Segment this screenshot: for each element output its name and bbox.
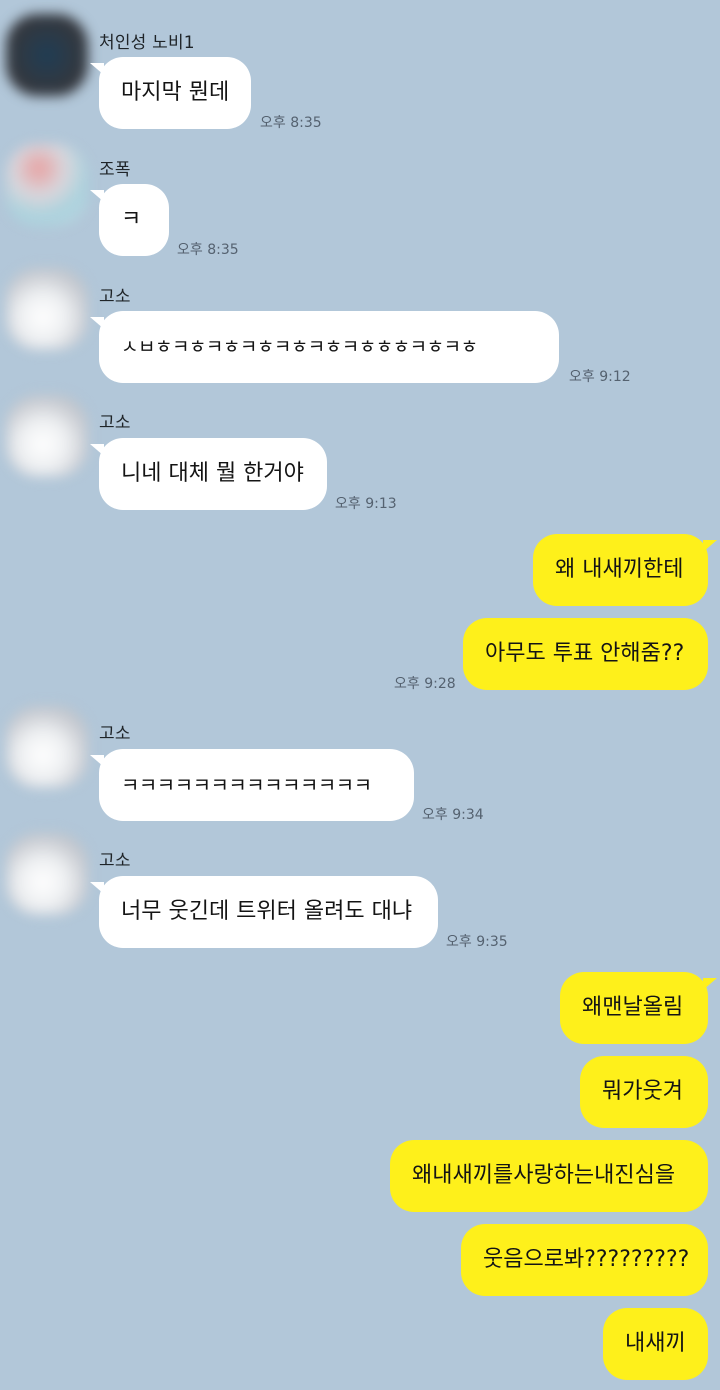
- sender-name: 고소: [99, 287, 131, 307]
- sender-name: 조폭: [99, 160, 131, 180]
- message-timestamp: 오후 9:13: [335, 496, 397, 512]
- message-bubble-outgoing[interactable]: 왜 내새끼한테: [533, 534, 717, 606]
- message-bubble-outgoing[interactable]: 웃음으로봐?????????: [461, 1224, 708, 1296]
- avatar[interactable]: [6, 833, 88, 915]
- avatar[interactable]: [6, 706, 88, 788]
- message-bubble-outgoing[interactable]: 왜내새끼를사랑하는내진심을: [390, 1140, 708, 1212]
- message-timestamp: 오후 9:28: [394, 676, 456, 692]
- avatar[interactable]: [6, 395, 88, 477]
- message-bubble-incoming[interactable]: ㅅㅂㅎㅋㅎㅋㅎㅋㅎㅋㅎㅋㅎㅋㅎㅎㅎㅋㅎㅋㅎ: [90, 311, 559, 383]
- message-bubble-incoming[interactable]: 너무 웃긴데 트위터 올려도 대냐: [90, 876, 438, 948]
- sender-name: 고소: [99, 724, 131, 744]
- message-bubble-outgoing[interactable]: 뭐가웃겨: [580, 1056, 708, 1128]
- message-timestamp: 오후 9:34: [422, 807, 484, 823]
- sender-name: 처인성 노비1: [99, 33, 195, 53]
- avatar[interactable]: [6, 268, 88, 350]
- message-bubble-outgoing[interactable]: 아무도 투표 안해줌??: [463, 618, 708, 690]
- message-bubble-incoming[interactable]: ㅋ: [90, 184, 169, 256]
- message-bubble-incoming[interactable]: 마지막 뭔데: [90, 57, 251, 129]
- message-timestamp: 오후 9:35: [446, 934, 508, 950]
- sender-name: 고소: [99, 413, 131, 433]
- message-bubble-outgoing[interactable]: 내새끼: [603, 1308, 708, 1380]
- chat-area[interactable]: 처인성 노비1 마지막 뭔데 오후 8:35 조폭 ㅋ 오후 8:35 고소 ㅅ…: [0, 0, 720, 1390]
- message-timestamp: 오후 8:35: [177, 242, 239, 258]
- message-bubble-incoming[interactable]: ㅋㅋㅋㅋㅋㅋㅋㅋㅋㅋㅋㅋㅋㅋ: [90, 749, 414, 821]
- avatar[interactable]: [6, 144, 88, 226]
- message-timestamp: 오후 8:35: [260, 115, 322, 131]
- message-bubble-outgoing[interactable]: 왜맨날올림: [560, 972, 717, 1044]
- message-timestamp: 오후 9:12: [569, 369, 631, 385]
- message-bubble-incoming[interactable]: 니네 대체 뭘 한거야: [90, 438, 327, 510]
- sender-name: 고소: [99, 851, 131, 871]
- avatar[interactable]: [6, 14, 88, 96]
